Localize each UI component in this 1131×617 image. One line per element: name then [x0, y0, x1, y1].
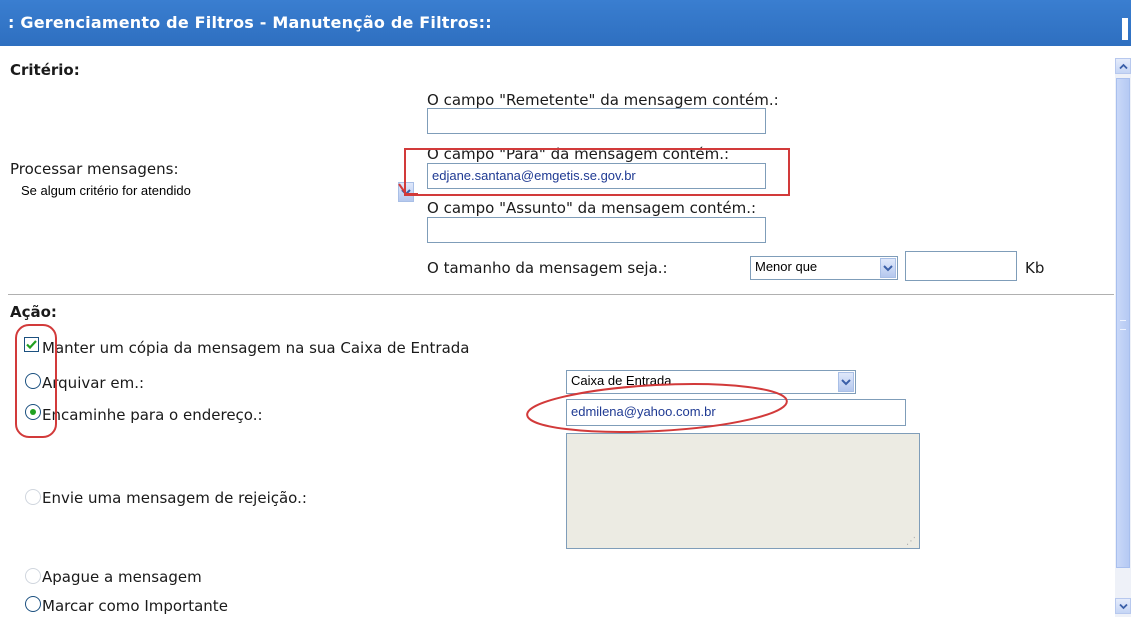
keep-copy-label: Manter um cópia da mensagem na sua Caixa… [42, 339, 470, 357]
size-label: O tamanho da mensagem seja.: [427, 259, 668, 277]
subject-label: O campo "Assunto" da mensagem contém.: [427, 199, 757, 217]
mark-important-label: Marcar como Importante [42, 597, 228, 615]
chevron-down-icon [1118, 603, 1128, 609]
scrollbar-grip [1120, 320, 1126, 330]
annotation-arrow-icon [398, 183, 418, 195]
from-label: O campo "Remetente" da mensagem contém.: [427, 91, 779, 109]
scroll-down-button[interactable] [1115, 598, 1131, 614]
archive-label: Arquivar em.: [42, 374, 145, 392]
scroll-up-button[interactable] [1115, 58, 1131, 74]
delete-label: Apague a mensagem [42, 568, 202, 586]
reject-label: Envie uma mensagem de rejeição.: [42, 489, 307, 507]
resize-grip-icon[interactable]: ⋰ [906, 536, 916, 547]
process-label: Processar mensagens: [10, 160, 179, 178]
title-bar-edge [1122, 18, 1128, 40]
reject-textarea[interactable]: ⋰ [566, 433, 920, 549]
forward-label: Encaminhe para o endereço.: [42, 406, 263, 424]
from-input[interactable] [427, 108, 766, 134]
size-comparator-value: Menor que [755, 259, 818, 274]
action-header: Ação: [10, 303, 57, 321]
reject-radio[interactable] [25, 489, 41, 505]
chevron-up-icon [1118, 63, 1128, 69]
process-select[interactable]: Se algum critério for atendido [10, 181, 415, 203]
annotation-box-to-field [404, 148, 790, 196]
annotation-ellipse [526, 383, 788, 433]
size-unit: Kb [1025, 259, 1045, 277]
process-select-value: Se algum critério for atendido [21, 183, 191, 198]
page-title: : Gerenciamento de Filtros - Manutenção … [8, 13, 492, 32]
annotation-box-options [15, 324, 57, 438]
delete-radio[interactable] [25, 568, 41, 584]
subject-input[interactable] [427, 217, 766, 243]
size-comparator-select[interactable]: Menor que [750, 256, 898, 280]
chevron-down-icon[interactable] [880, 258, 896, 278]
chevron-down-icon[interactable] [838, 372, 854, 392]
section-divider [8, 294, 1114, 295]
size-input[interactable] [905, 251, 1017, 281]
criteria-header: Critério: [10, 61, 80, 79]
mark-important-radio[interactable] [25, 596, 41, 612]
